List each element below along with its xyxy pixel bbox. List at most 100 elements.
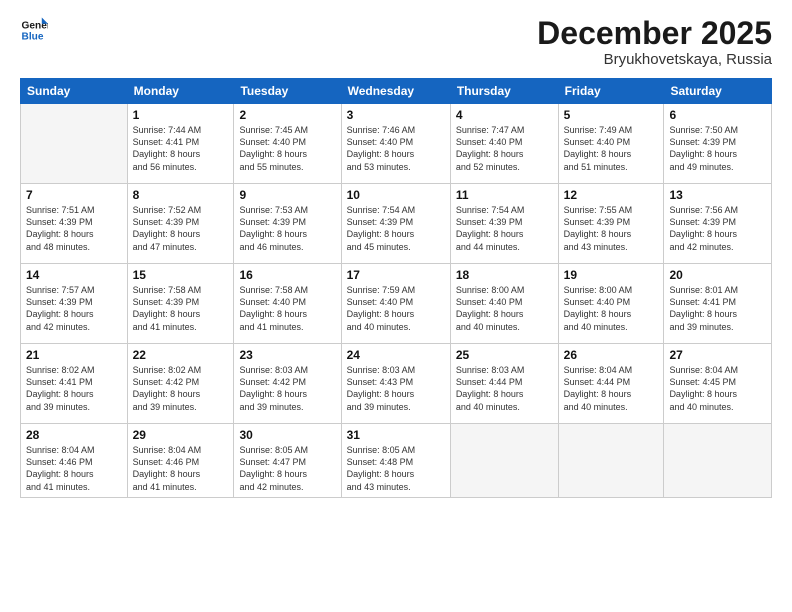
calendar-cell	[21, 104, 128, 184]
calendar-cell: 24 Sunrise: 8:03 AMSunset: 4:43 PMDayligh…	[341, 344, 450, 424]
day-number: 2	[239, 108, 335, 122]
day-number: 16	[239, 268, 335, 282]
cell-info: Sunrise: 7:53 AMSunset: 4:39 PMDaylight:…	[239, 204, 335, 253]
day-number: 22	[133, 348, 229, 362]
cell-info: Sunrise: 8:04 AMSunset: 4:44 PMDaylight:…	[564, 364, 659, 413]
calendar-table: SundayMondayTuesdayWednesdayThursdayFrid…	[20, 78, 772, 498]
day-number: 3	[347, 108, 445, 122]
title-block: December 2025 Bryukhovetskaya, Russia	[537, 16, 772, 68]
cell-info: Sunrise: 8:05 AMSunset: 4:48 PMDaylight:…	[347, 444, 445, 493]
day-number: 11	[456, 188, 553, 202]
calendar-cell: 7Sunrise: 7:51 AMSunset: 4:39 PMDaylight…	[21, 184, 128, 264]
cell-info: Sunrise: 8:03 AMSunset: 4:42 PMDaylight:…	[239, 364, 335, 413]
day-number: 10	[347, 188, 445, 202]
logo-icon: General Blue	[20, 16, 48, 44]
weekday-monday: Monday	[127, 79, 234, 104]
month-title: December 2025	[537, 16, 772, 51]
cell-info: Sunrise: 7:46 AMSunset: 4:40 PMDaylight:…	[347, 124, 445, 173]
calendar-cell: 9 Sunrise: 7:53 AMSunset: 4:39 PMDaylight…	[234, 184, 341, 264]
header: General Blue December 2025 Bryukhovetska…	[20, 16, 772, 68]
logo: General Blue	[20, 16, 48, 44]
day-number: 23	[239, 348, 335, 362]
cell-info: Sunrise: 8:04 AMSunset: 4:45 PMDaylight:…	[669, 364, 766, 413]
day-number: 7	[26, 188, 122, 202]
calendar-cell: 3 Sunrise: 7:46 AMSunset: 4:40 PMDaylight…	[341, 104, 450, 184]
calendar-cell: 30 Sunrise: 8:05 AMSunset: 4:47 PMDayligh…	[234, 424, 341, 498]
calendar-cell: 15 Sunrise: 7:58 AMSunset: 4:39 PMDayligh…	[127, 264, 234, 344]
day-number: 15	[133, 268, 229, 282]
day-number: 26	[564, 348, 659, 362]
calendar-cell: 23 Sunrise: 8:03 AMSunset: 4:42 PMDayligh…	[234, 344, 341, 424]
calendar-cell	[450, 424, 558, 498]
calendar-cell: 14 Sunrise: 7:57 AMSunset: 4:39 PMDayligh…	[21, 264, 128, 344]
week-row-4: 28 Sunrise: 8:04 AMSunset: 4:46 PMDayligh…	[21, 424, 772, 498]
cell-info: Sunrise: 8:02 AMSunset: 4:41 PMDaylight:…	[26, 364, 122, 413]
cell-info: Sunrise: 7:57 AMSunset: 4:39 PMDaylight:…	[26, 284, 122, 333]
calendar-cell: 28 Sunrise: 8:04 AMSunset: 4:46 PMDayligh…	[21, 424, 128, 498]
week-row-2: 14 Sunrise: 7:57 AMSunset: 4:39 PMDayligh…	[21, 264, 772, 344]
day-number: 13	[669, 188, 766, 202]
cell-info: Sunrise: 8:00 AMSunset: 4:40 PMDaylight:…	[564, 284, 659, 333]
calendar-cell: 13 Sunrise: 7:56 AMSunset: 4:39 PMDayligh…	[664, 184, 772, 264]
calendar-cell: 4 Sunrise: 7:47 AMSunset: 4:40 PMDaylight…	[450, 104, 558, 184]
calendar-cell: 11 Sunrise: 7:54 AMSunset: 4:39 PMDayligh…	[450, 184, 558, 264]
calendar-cell: 27Sunrise: 8:04 AMSunset: 4:45 PMDayligh…	[664, 344, 772, 424]
day-number: 9	[239, 188, 335, 202]
cell-info: Sunrise: 8:00 AMSunset: 4:40 PMDaylight:…	[456, 284, 553, 333]
cell-info: Sunrise: 7:54 AMSunset: 4:39 PMDaylight:…	[347, 204, 445, 253]
calendar-cell: 12 Sunrise: 7:55 AMSunset: 4:39 PMDayligh…	[558, 184, 664, 264]
week-row-0: 1Sunrise: 7:44 AMSunset: 4:41 PMDaylight…	[21, 104, 772, 184]
calendar-cell: 17Sunrise: 7:59 AMSunset: 4:40 PMDayligh…	[341, 264, 450, 344]
calendar-cell: 18 Sunrise: 8:00 AMSunset: 4:40 PMDayligh…	[450, 264, 558, 344]
cell-info: Sunrise: 7:47 AMSunset: 4:40 PMDaylight:…	[456, 124, 553, 173]
cell-info: Sunrise: 8:01 AMSunset: 4:41 PMDaylight:…	[669, 284, 766, 333]
subtitle: Bryukhovetskaya, Russia	[537, 51, 772, 68]
cell-info: Sunrise: 7:56 AMSunset: 4:39 PMDaylight:…	[669, 204, 766, 253]
day-number: 12	[564, 188, 659, 202]
calendar-cell: 5Sunrise: 7:49 AMSunset: 4:40 PMDaylight…	[558, 104, 664, 184]
calendar-cell	[558, 424, 664, 498]
cell-info: Sunrise: 7:58 AMSunset: 4:39 PMDaylight:…	[133, 284, 229, 333]
cell-info: Sunrise: 7:45 AMSunset: 4:40 PMDaylight:…	[239, 124, 335, 173]
day-number: 28	[26, 428, 122, 442]
week-row-3: 21 Sunrise: 8:02 AMSunset: 4:41 PMDayligh…	[21, 344, 772, 424]
calendar-cell: 10 Sunrise: 7:54 AMSunset: 4:39 PMDayligh…	[341, 184, 450, 264]
day-number: 20	[669, 268, 766, 282]
cell-info: Sunrise: 8:04 AMSunset: 4:46 PMDaylight:…	[26, 444, 122, 493]
weekday-tuesday: Tuesday	[234, 79, 341, 104]
day-number: 21	[26, 348, 122, 362]
day-number: 30	[239, 428, 335, 442]
calendar-cell: 26 Sunrise: 8:04 AMSunset: 4:44 PMDayligh…	[558, 344, 664, 424]
calendar-cell: 31Sunrise: 8:05 AMSunset: 4:48 PMDayligh…	[341, 424, 450, 498]
calendar-cell	[664, 424, 772, 498]
day-number: 17	[347, 268, 445, 282]
day-number: 29	[133, 428, 229, 442]
day-number: 4	[456, 108, 553, 122]
weekday-wednesday: Wednesday	[341, 79, 450, 104]
cell-info: Sunrise: 8:05 AMSunset: 4:47 PMDaylight:…	[239, 444, 335, 493]
cell-info: Sunrise: 7:44 AMSunset: 4:41 PMDaylight:…	[133, 124, 229, 173]
weekday-header-row: SundayMondayTuesdayWednesdayThursdayFrid…	[21, 79, 772, 104]
calendar-cell: 6Sunrise: 7:50 AMSunset: 4:39 PMDaylight…	[664, 104, 772, 184]
cell-info: Sunrise: 7:55 AMSunset: 4:39 PMDaylight:…	[564, 204, 659, 253]
day-number: 19	[564, 268, 659, 282]
day-number: 18	[456, 268, 553, 282]
svg-text:Blue: Blue	[22, 31, 44, 42]
day-number: 8	[133, 188, 229, 202]
day-number: 14	[26, 268, 122, 282]
cell-info: Sunrise: 7:54 AMSunset: 4:39 PMDaylight:…	[456, 204, 553, 253]
calendar-cell: 29 Sunrise: 8:04 AMSunset: 4:46 PMDayligh…	[127, 424, 234, 498]
calendar-cell: 22Sunrise: 8:02 AMSunset: 4:42 PMDayligh…	[127, 344, 234, 424]
weekday-thursday: Thursday	[450, 79, 558, 104]
weekday-sunday: Sunday	[21, 79, 128, 104]
cell-info: Sunrise: 7:58 AMSunset: 4:40 PMDaylight:…	[239, 284, 335, 333]
week-row-1: 7Sunrise: 7:51 AMSunset: 4:39 PMDaylight…	[21, 184, 772, 264]
day-number: 6	[669, 108, 766, 122]
day-number: 25	[456, 348, 553, 362]
cell-info: Sunrise: 8:03 AMSunset: 4:43 PMDaylight:…	[347, 364, 445, 413]
weekday-friday: Friday	[558, 79, 664, 104]
cell-info: Sunrise: 8:04 AMSunset: 4:46 PMDaylight:…	[133, 444, 229, 493]
calendar-cell: 25Sunrise: 8:03 AMSunset: 4:44 PMDayligh…	[450, 344, 558, 424]
day-number: 24	[347, 348, 445, 362]
calendar-cell: 1Sunrise: 7:44 AMSunset: 4:41 PMDaylight…	[127, 104, 234, 184]
